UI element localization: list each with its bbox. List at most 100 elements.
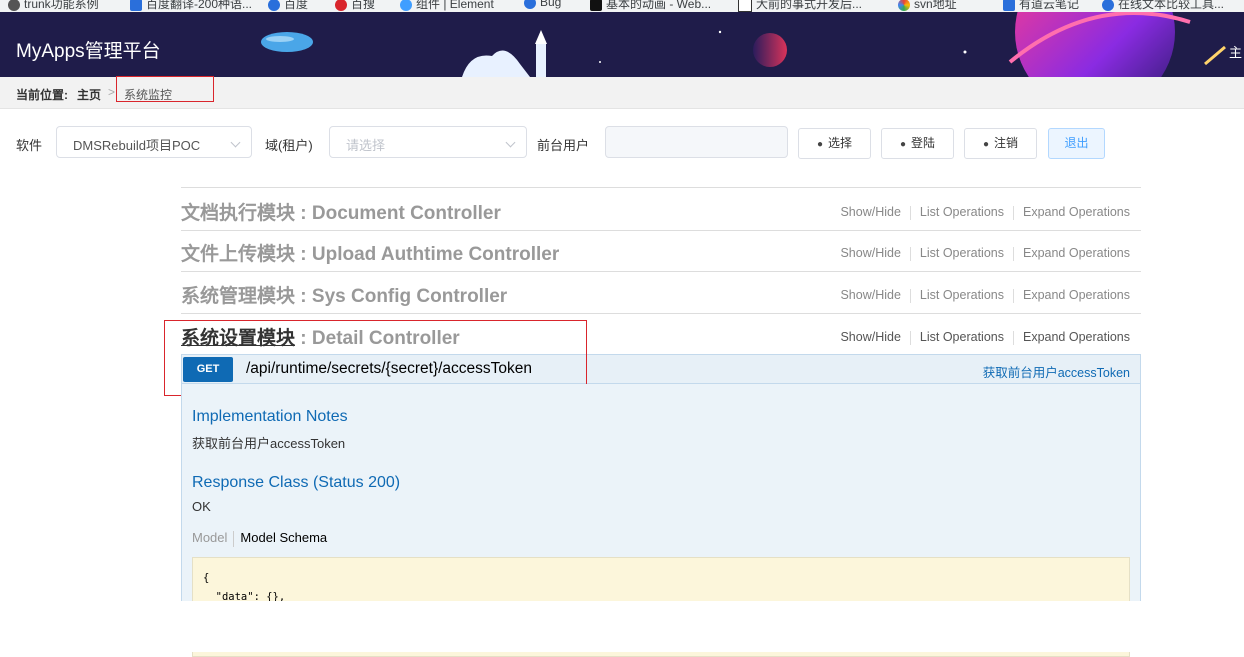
response-class-heading: Response Class (Status 200) <box>192 474 401 491</box>
domain-label: 域(租户) <box>265 138 313 153</box>
bookmark-icon <box>8 0 20 11</box>
bookmark-label: 在线文本比较工具... <box>1118 0 1225 11</box>
login-button[interactable]: ● 登陆 <box>881 128 954 159</box>
show-hide-link[interactable]: Show/Hide <box>840 288 900 302</box>
select-button[interactable]: ● 选择 <box>798 128 871 159</box>
divider <box>233 530 235 547</box>
resource-title-en: : Sys Config Controller <box>295 286 508 307</box>
frontend-user-label: 前台用户 <box>537 138 590 153</box>
domain-select[interactable]: 请选择 <box>329 126 527 158</box>
select-button-label: 选择 <box>828 136 853 150</box>
page-blank-area <box>0 601 1244 652</box>
bookmark-label: 有道云笔记 <box>1019 0 1080 11</box>
divider <box>1012 330 1014 345</box>
software-select[interactable]: DMSRebuild项目POC <box>56 126 252 158</box>
resource-title-cn: 系统管理模块 <box>181 286 296 307</box>
expand-operations-link[interactable]: Expand Operations <box>1023 288 1130 302</box>
divider <box>909 288 911 303</box>
bookmark-item[interactable]: Bug <box>524 0 561 9</box>
model-schema-tab[interactable]: Model Schema <box>240 530 327 545</box>
section-divider <box>181 178 1141 188</box>
breadcrumb-label: 当前位置: <box>16 88 68 102</box>
bookmarks-bar: trunk功能系例 百度翻译-200种语... 百度 百搜 组件 | Eleme… <box>0 0 1244 12</box>
filter-bar: 软件 DMSRebuild项目POC 域(租户) 请选择 前台用户 ● 选择 ● 登… <box>0 108 1244 178</box>
domain-select-placeholder: 请选择 <box>346 138 386 153</box>
breadcrumb-home-link[interactable]: 主页 <box>77 86 101 103</box>
bookmark-icon <box>1102 0 1114 11</box>
list-operations-link[interactable]: List Operations <box>920 246 1004 260</box>
exit-button-label: 退出 <box>1064 136 1089 150</box>
list-operations-link[interactable]: List Operations <box>920 205 1004 219</box>
list-operations-link[interactable]: List Operations <box>920 288 1004 302</box>
resource-title[interactable]: 文档执行模块 : Document Controller <box>181 198 501 225</box>
expand-operations-link[interactable]: Expand Operations <box>1023 246 1130 260</box>
logout-button-label: 注销 <box>994 136 1019 150</box>
bookmark-icon <box>590 0 602 11</box>
show-hide-link[interactable]: Show/Hide <box>840 246 900 260</box>
expand-operations-link[interactable]: Expand Operations <box>1023 330 1130 344</box>
exit-button[interactable]: 退出 <box>1048 128 1105 159</box>
bookmark-icon <box>524 0 536 9</box>
resource-title-cn: 文件上传模块 <box>181 244 296 265</box>
divider <box>909 205 911 220</box>
operation-summary[interactable]: 获取前台用户accessToken <box>983 362 1130 381</box>
bookmark-label: 百搜 <box>351 0 376 11</box>
bookmark-icon <box>268 0 280 11</box>
bookmark-label: 基本的动画 - Web... <box>606 0 712 11</box>
resource-title-cn: 文档执行模块 <box>181 203 296 224</box>
chevron-down-icon <box>505 137 516 148</box>
divider <box>1012 205 1014 220</box>
bookmark-label: trunk功能系例 <box>24 0 99 11</box>
bookmark-icon <box>1003 0 1015 11</box>
resource-title[interactable]: 文件上传模块 : Upload Authtime Controller <box>181 239 559 266</box>
app-header: MyApps管理平台 主 <box>0 12 1244 77</box>
highlight-box <box>116 76 214 102</box>
resource-section: 文件上传模块 : Upload Authtime Controller Show… <box>181 230 1141 272</box>
user-icon: ● <box>899 139 907 150</box>
header-illustration <box>261 12 1226 77</box>
bookmark-item[interactable]: 有道云笔记 <box>1003 0 1079 12</box>
bookmark-item[interactable]: 在线文本比较工具... <box>1102 0 1224 12</box>
user-icon: ● <box>982 139 990 150</box>
resource-section: 系统管理模块 : Sys Config Controller Show/Hide… <box>181 272 1141 314</box>
implementation-notes-text: 获取前台用户accessToken <box>192 436 346 451</box>
bookmark-item[interactable]: 百度 <box>268 0 308 12</box>
bookmark-label: 百度翻译-200种语... <box>146 0 253 11</box>
bookmark-label: 百度 <box>284 0 309 11</box>
chevron-down-icon <box>230 137 241 148</box>
bookmark-item[interactable]: 大前的事式开发后... <box>738 0 862 12</box>
bookmark-icon <box>738 0 752 12</box>
resource-ops: Show/Hide List Operations Expand Operation… <box>840 288 1130 303</box>
logout-button[interactable]: ● 注销 <box>964 128 1037 159</box>
model-tabs: Model Model Schema <box>192 530 327 547</box>
bookmark-item[interactable]: 组件 | Element <box>400 0 494 12</box>
resource-title-en: : Upload Authtime Controller <box>295 244 560 265</box>
bookmark-label: svn地址 <box>914 0 957 11</box>
bookmark-item[interactable]: 基本的动画 - Web... <box>590 0 711 12</box>
bookmark-icon <box>400 0 412 11</box>
code-line: { <box>203 572 210 584</box>
response-class-text: OK <box>192 499 211 514</box>
divider <box>909 330 911 345</box>
bookmark-item[interactable]: 百度翻译-200种语... <box>130 0 252 12</box>
bookmark-icon <box>898 0 910 11</box>
frontend-user-input[interactable] <box>605 126 788 158</box>
resource-title-en: : Document Controller <box>295 203 501 224</box>
bookmark-item[interactable]: svn地址 <box>898 0 957 12</box>
resource-ops: Show/Hide List Operations Expand Operation… <box>840 246 1130 261</box>
user-menu[interactable]: 主 <box>1229 42 1242 61</box>
login-button-label: 登陆 <box>911 136 936 150</box>
list-operations-link[interactable]: List Operations <box>920 330 1004 344</box>
resource-ops: Show/Hide List Operations Expand Operation… <box>840 205 1130 220</box>
show-hide-link[interactable]: Show/Hide <box>840 205 900 219</box>
software-select-value: DMSRebuild项目POC <box>73 138 201 153</box>
resource-title[interactable]: 系统管理模块 : Sys Config Controller <box>181 281 507 308</box>
expand-operations-link[interactable]: Expand Operations <box>1023 205 1130 219</box>
bookmark-item[interactable]: 百搜 <box>335 0 375 12</box>
model-tab[interactable]: Model <box>192 530 227 545</box>
divider <box>1012 246 1014 261</box>
bookmark-label: 组件 | Element <box>416 0 494 11</box>
bookmark-item[interactable]: trunk功能系例 <box>8 0 99 12</box>
show-hide-link[interactable]: Show/Hide <box>840 330 900 344</box>
resource-section: 文档执行模块 : Document Controller Show/Hide Li… <box>181 189 1141 231</box>
